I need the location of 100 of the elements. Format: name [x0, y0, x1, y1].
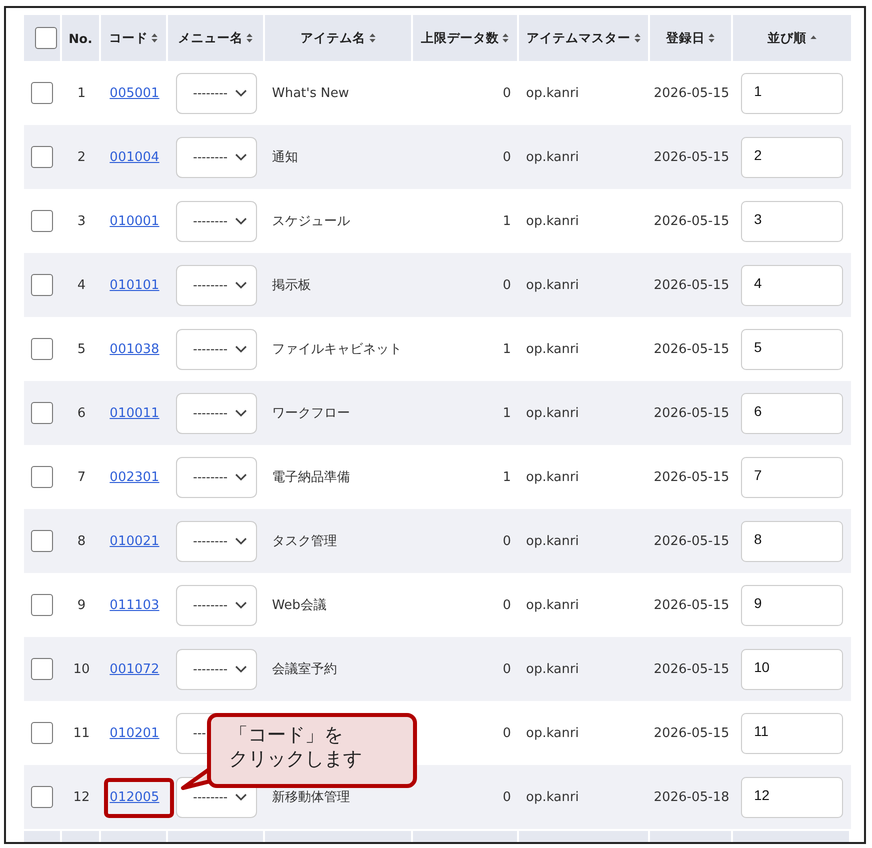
- row-number: 10: [72, 662, 91, 676]
- item-master: op.kanri: [525, 662, 580, 676]
- column-header[interactable]: 並び順: [768, 30, 806, 46]
- sort-order-field[interactable]: 7: [741, 456, 843, 498]
- item-master: op.kanri: [525, 726, 580, 740]
- item-name: 掲示板: [271, 277, 312, 294]
- code-link[interactable]: 001004: [108, 148, 162, 166]
- registration-date: 2026-05-15: [652, 278, 730, 292]
- item-master: op.kanri: [525, 406, 580, 420]
- code-link[interactable]: 010201: [108, 724, 162, 742]
- item-master: op.kanri: [525, 790, 580, 804]
- row-number: 12: [72, 790, 91, 804]
- column-header[interactable]: メニュー名: [178, 30, 243, 46]
- data-limit: 0: [502, 86, 512, 100]
- menu-dropdown[interactable]: --------: [176, 136, 257, 178]
- menu-dropdown[interactable]: --------: [176, 328, 257, 370]
- chevron-down-icon: [235, 473, 247, 481]
- chevron-down-icon: [235, 153, 247, 161]
- sort-order-field[interactable]: 1: [741, 72, 843, 114]
- registration-date: 2026-05-15: [652, 342, 730, 356]
- item-name: スケジュール: [271, 213, 351, 230]
- data-limit: 0: [502, 726, 512, 740]
- item-name: タスク管理: [271, 533, 338, 550]
- registration-date: 2026-05-15: [652, 150, 730, 164]
- item-master: op.kanri: [525, 598, 580, 612]
- data-limit: 1: [502, 342, 512, 356]
- item-name: 電子納品準備: [271, 469, 351, 486]
- code-link[interactable]: 001072: [108, 660, 162, 678]
- row-number: 1: [76, 86, 87, 100]
- menu-dropdown[interactable]: --------: [176, 456, 257, 498]
- checkbox[interactable]: [31, 658, 53, 680]
- chevron-down-icon: [235, 409, 247, 417]
- menu-dropdown[interactable]: --------: [176, 392, 257, 434]
- menu-dropdown[interactable]: --------: [176, 72, 257, 114]
- registration-date: 2026-05-15: [652, 726, 730, 740]
- code-link[interactable]: 011103: [108, 596, 162, 614]
- checkbox[interactable]: [31, 786, 53, 808]
- registration-date: 2026-05-15: [652, 662, 730, 676]
- row-number: 6: [76, 406, 87, 420]
- sort-order-field[interactable]: 3: [741, 200, 843, 242]
- checkbox[interactable]: [31, 594, 53, 616]
- item-master: op.kanri: [525, 150, 580, 164]
- code-link[interactable]: 005001: [108, 84, 162, 102]
- column-header[interactable]: コード: [109, 30, 148, 46]
- item-name: 新移動体管理: [271, 789, 351, 806]
- sort-order-field[interactable]: 4: [741, 264, 843, 306]
- checkbox[interactable]: [31, 402, 53, 424]
- code-link[interactable]: 001038: [108, 340, 162, 358]
- registration-date: 2026-05-15: [652, 470, 730, 484]
- chevron-down-icon: [235, 281, 247, 289]
- checkbox[interactable]: [31, 338, 53, 360]
- sort-order-field[interactable]: 8: [741, 520, 843, 562]
- data-limit: 0: [502, 598, 512, 612]
- checkbox[interactable]: [31, 274, 53, 296]
- menu-dropdown[interactable]: --------: [176, 584, 257, 626]
- column-header[interactable]: 上限データ数: [421, 30, 499, 46]
- row-number: 4: [76, 278, 87, 292]
- registration-date: 2026-05-15: [652, 534, 730, 548]
- column-header[interactable]: アイテムマスター: [526, 30, 630, 46]
- row-number: 9: [76, 598, 87, 612]
- menu-dropdown[interactable]: --------: [176, 648, 257, 690]
- highlight-frame: [104, 778, 174, 818]
- checkbox[interactable]: [31, 210, 53, 232]
- checkbox[interactable]: [31, 722, 53, 744]
- item-master: op.kanri: [525, 470, 580, 484]
- code-link[interactable]: 010011: [108, 404, 162, 422]
- data-limit: 0: [502, 150, 512, 164]
- callout-tooltip: 「コード」を クリックします: [207, 713, 417, 788]
- sort-order-field[interactable]: 9: [741, 584, 843, 626]
- sort-order-field[interactable]: 5: [741, 328, 843, 370]
- code-link[interactable]: 010021: [108, 532, 162, 550]
- checkbox[interactable]: [31, 82, 53, 104]
- checkbox[interactable]: [31, 466, 53, 488]
- menu-dropdown[interactable]: --------: [176, 200, 257, 242]
- checkbox[interactable]: [31, 530, 53, 552]
- menu-dropdown[interactable]: --------: [176, 520, 257, 562]
- item-master: op.kanri: [525, 342, 580, 356]
- code-link[interactable]: 010101: [108, 276, 162, 294]
- sort-order-field[interactable]: 11: [741, 712, 843, 754]
- sort-order-field[interactable]: 6: [741, 392, 843, 434]
- checkbox[interactable]: [34, 27, 56, 49]
- column-header[interactable]: アイテム名: [300, 30, 366, 46]
- chevron-down-icon: [235, 537, 247, 545]
- menu-dropdown[interactable]: --------: [176, 264, 257, 306]
- sort-order-field[interactable]: 12: [741, 776, 843, 818]
- item-name: ワークフロー: [271, 405, 351, 422]
- code-link[interactable]: 010001: [108, 212, 162, 230]
- chevron-down-icon: [235, 601, 247, 609]
- data-limit: 0: [502, 790, 512, 804]
- column-header[interactable]: No.: [68, 30, 92, 46]
- checkbox[interactable]: [31, 146, 53, 168]
- code-link[interactable]: 002301: [108, 468, 162, 486]
- item-master: op.kanri: [525, 214, 580, 228]
- code-link[interactable]: 012005: [108, 788, 162, 806]
- sort-order-field[interactable]: 2: [741, 136, 843, 178]
- sort-order-field[interactable]: 10: [741, 648, 843, 690]
- row-number: 3: [76, 214, 87, 228]
- item-name: Web会議: [271, 597, 328, 614]
- chevron-down-icon: [235, 793, 247, 801]
- column-header[interactable]: 登録日: [666, 30, 705, 46]
